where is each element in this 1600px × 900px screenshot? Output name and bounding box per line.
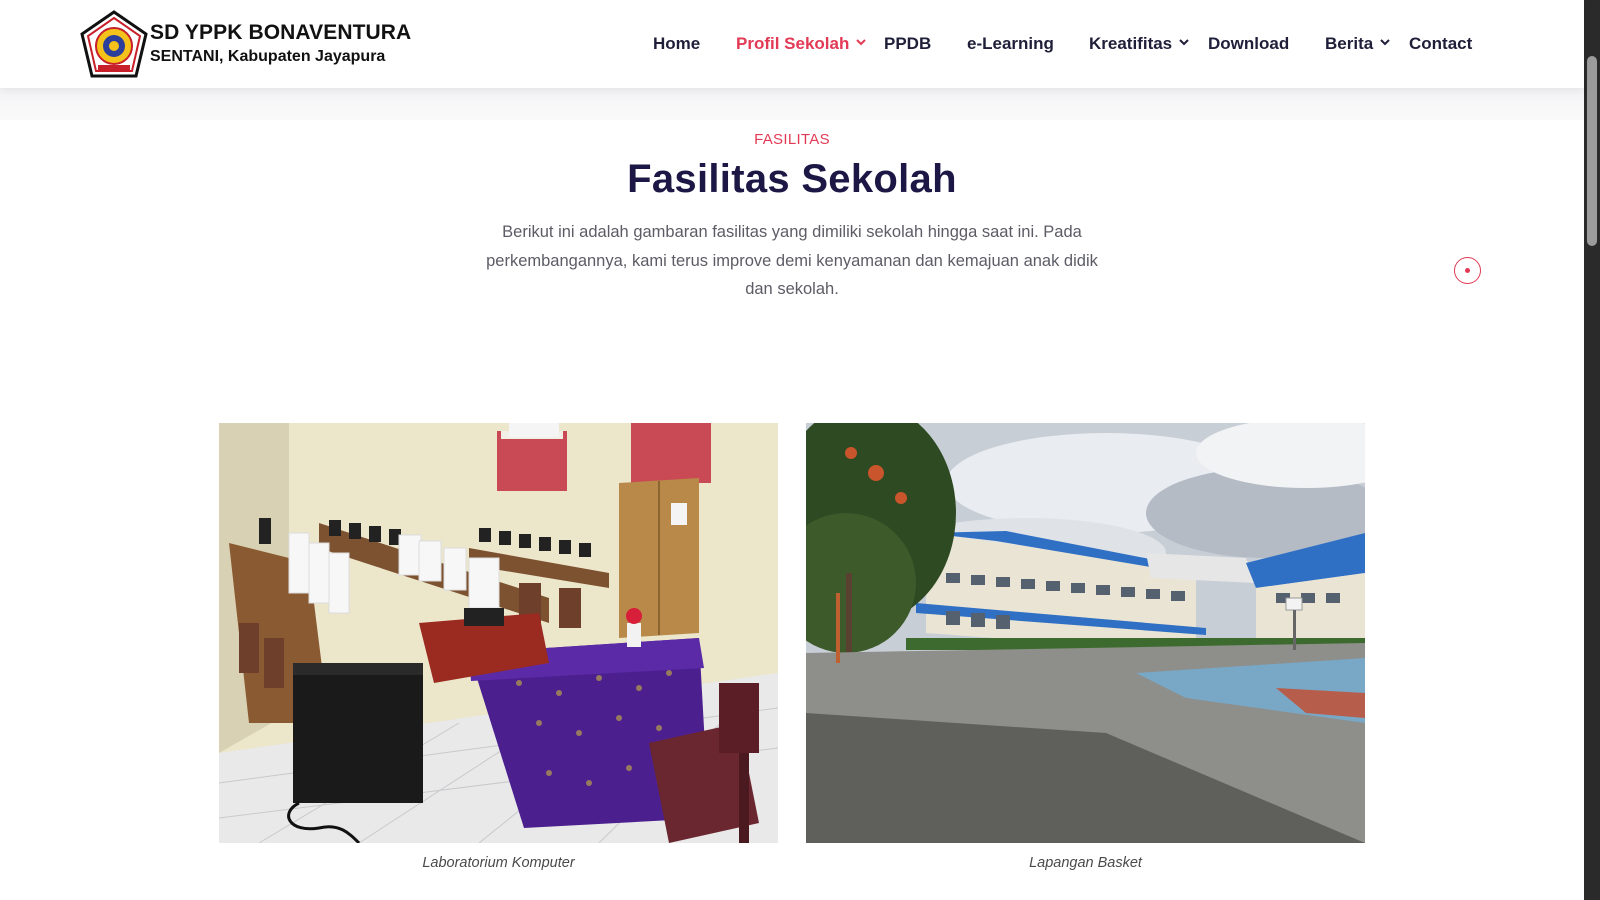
chevron-down-icon	[856, 39, 867, 46]
nav-label: e-Learning	[967, 34, 1054, 53]
nav-item-elearning[interactable]: e-Learning	[967, 32, 1054, 56]
section-eyebrow: FASILITAS	[754, 131, 830, 148]
computer-lab-photo[interactable]	[219, 423, 778, 843]
section-title: Fasilitas Sekolah	[627, 157, 957, 201]
nav-item-kreatifitas[interactable]: Kreatifitas	[1089, 32, 1190, 56]
nav-label: Contact	[1409, 34, 1473, 53]
main-nav: Home Profil Sekolah PPDB e-Learning Krea…	[0, 32, 1584, 58]
photo-caption: Laboratorium Komputer	[422, 855, 575, 871]
header-shadow-band	[0, 88, 1584, 120]
nav-item-profil-sekolah[interactable]: Profil Sekolah	[736, 32, 867, 56]
scroll-indicator-button[interactable]	[1454, 257, 1481, 284]
photo-caption: Lapangan Basket	[1029, 855, 1142, 871]
page-scrollbar[interactable]	[1584, 0, 1600, 900]
nav-item-contact[interactable]: Contact	[1409, 32, 1472, 56]
nav-item-home[interactable]: Home	[653, 32, 700, 56]
nav-item-download[interactable]: Download	[1208, 32, 1289, 56]
nav-label: Download	[1208, 34, 1290, 53]
nav-label: PPDB	[884, 34, 932, 53]
scrollbar-thumb[interactable]	[1587, 56, 1597, 246]
nav-label: Kreatifitas	[1089, 34, 1173, 53]
nav-label: Home	[653, 34, 701, 53]
basketball-court-photo[interactable]	[806, 423, 1365, 843]
chevron-down-icon	[1380, 39, 1390, 46]
nav-label: Berita	[1325, 34, 1374, 53]
section-description: Berikut ini adalah gambaran fasilitas ya…	[486, 223, 1098, 298]
site-header: SD YPPK BONAVENTURA SENTANI, Kabupaten J…	[0, 0, 1584, 88]
chevron-down-icon	[1179, 39, 1189, 46]
nav-item-ppdb[interactable]: PPDB	[884, 32, 931, 56]
nav-item-berita[interactable]: Berita	[1325, 32, 1391, 56]
nav-label: Profil Sekolah	[736, 34, 850, 53]
